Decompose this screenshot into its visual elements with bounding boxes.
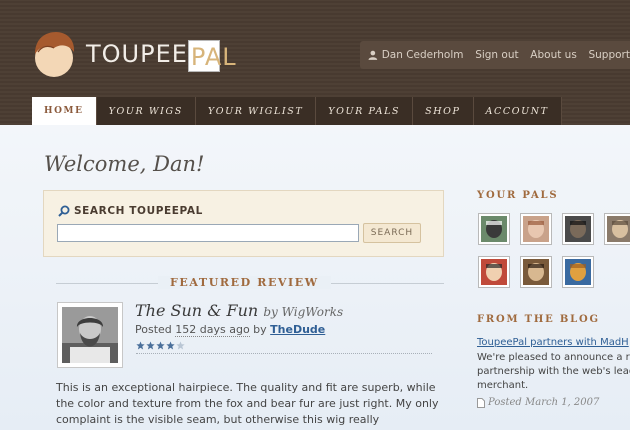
review-title[interactable]: The Sun & Fun by WigWorks (135, 301, 343, 320)
user-bar: Dan Cederholm Sign out About us Support (360, 41, 630, 69)
featured-heading: FEATURED REVIEW (158, 276, 331, 289)
about-us-link[interactable]: About us (530, 49, 577, 61)
pal-photo (481, 216, 507, 242)
search-button[interactable]: SEARCH (363, 223, 421, 243)
pal-photo (607, 216, 630, 242)
posted-by-label: by (253, 323, 267, 336)
star-filled-icon (136, 341, 145, 350)
tab-your-pals[interactable]: YOUR PALS (316, 97, 414, 125)
review-brand: by WigWorks (263, 305, 344, 319)
star-filled-icon (156, 341, 165, 350)
pals-heading: YOUR PALS (477, 190, 559, 201)
review-product-name[interactable]: The Sun & Fun (135, 301, 258, 320)
support-link[interactable]: Support (588, 49, 630, 61)
magnifier-icon (58, 205, 70, 217)
pal-avatar[interactable] (478, 256, 510, 288)
user-icon (368, 50, 378, 60)
star-rating (136, 341, 185, 350)
brand-logo-text[interactable]: TOUPEE PAL (86, 40, 236, 72)
page-title: Welcome, Dan! (44, 152, 205, 176)
pal-photo (523, 216, 549, 242)
review-divider (136, 353, 432, 354)
review-meta: Posted 152 days ago by TheDude (135, 323, 325, 337)
posted-prefix: Posted (135, 323, 172, 336)
pal-avatar[interactable] (562, 213, 594, 245)
search-heading-label: SEARCH TOUPEEPAL (74, 205, 203, 217)
search-input[interactable] (57, 224, 359, 242)
pal-photo (565, 216, 591, 242)
blog-date: Posted March 1, 2007 (477, 397, 599, 408)
tab-your-wiglist[interactable]: YOUR WIGLIST (195, 97, 317, 125)
sign-out-link[interactable]: Sign out (475, 49, 518, 61)
tab-account[interactable]: ACCOUNT (473, 97, 562, 125)
blog-date-text: Posted March 1, 2007 (488, 397, 600, 408)
bearded-man-photo (62, 307, 118, 363)
current-user-name[interactable]: Dan Cederholm (382, 49, 464, 61)
tab-home[interactable]: HOME (32, 97, 97, 125)
blog-excerpt: We're pleased to announce a r partnershi… (477, 352, 630, 391)
main-nav: HOME YOUR WIGS YOUR WIGLIST YOUR PALS SH… (32, 97, 562, 125)
pal-photo (565, 259, 591, 285)
star-filled-icon (146, 341, 155, 350)
pal-avatar[interactable] (478, 213, 510, 245)
reviewer-avatar[interactable] (57, 302, 123, 368)
document-icon (477, 397, 485, 408)
review-author-link[interactable]: TheDude (270, 323, 325, 336)
blog-heading: FROM THE BLOG (477, 314, 600, 325)
pal-avatar[interactable] (604, 213, 630, 245)
tab-shop[interactable]: SHOP (413, 97, 474, 125)
pal-photo (523, 259, 549, 285)
star-filled-icon (166, 341, 175, 350)
star-empty-icon (176, 341, 185, 350)
pal-avatar[interactable] (562, 256, 594, 288)
pal-photo (481, 259, 507, 285)
pal-avatar[interactable] (520, 256, 552, 288)
blog-post-link[interactable]: ToupeePal partners with MadH (477, 337, 629, 348)
posted-date: 152 days ago (175, 323, 250, 337)
search-panel: SEARCH TOUPEEPAL SEARCH (43, 190, 444, 257)
toupee-logo-icon[interactable] (32, 30, 76, 78)
tab-your-wigs[interactable]: YOUR WIGS (96, 97, 196, 125)
search-heading: SEARCH TOUPEEPAL (58, 205, 203, 217)
pal-avatar[interactable] (520, 213, 552, 245)
review-body: This is an exceptional hairpiece. The qu… (56, 381, 439, 426)
